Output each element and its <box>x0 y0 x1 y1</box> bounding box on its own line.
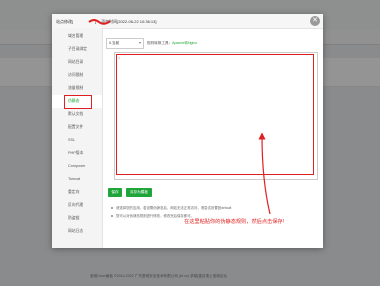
annotation-text: 在这里粘贴你的伪静态规则，然后点击保存! <box>184 219 285 225</box>
annotation-arrow <box>258 132 271 215</box>
